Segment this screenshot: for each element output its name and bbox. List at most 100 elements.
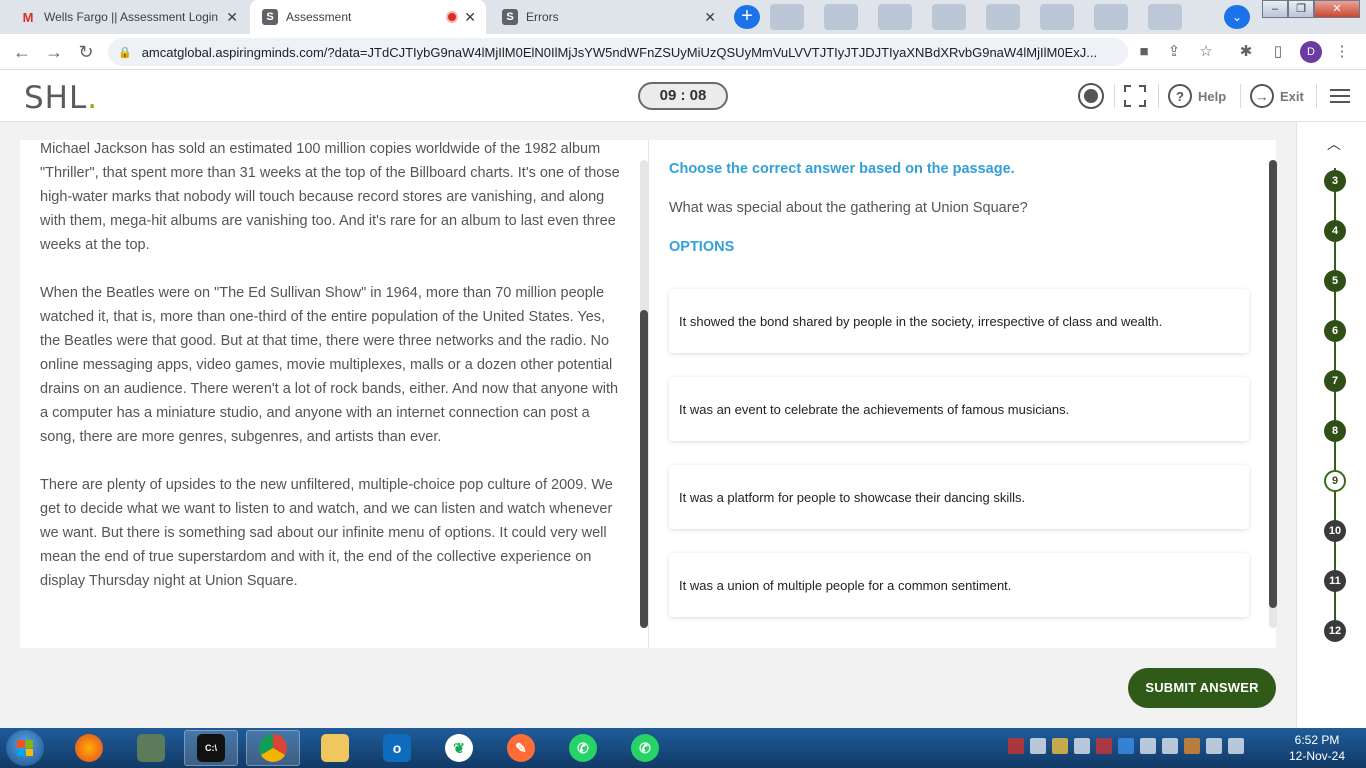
option-label: It was a union of multiple people for a … [679,577,1012,593]
forward-button[interactable]: → [42,40,66,64]
answer-option-2[interactable]: It was an event to celebrate the achieve… [669,377,1249,441]
network-computer-icon [137,734,165,762]
passage-text: Michael Jackson has sold an estimated 10… [40,140,624,617]
tool-icon[interactable] [1030,738,1046,754]
passage-paragraph: When the Beatles were on "The Ed Sulliva… [40,285,619,445]
display-icon[interactable] [1162,738,1178,754]
tab-wells-fargo[interactable]: M Wells Fargo || Assessment Login P ✕ [8,0,248,34]
postman-icon: ✎ [507,734,535,762]
question-number-11[interactable]: 11 [1324,570,1346,592]
flag-icon[interactable] [1096,738,1112,754]
more-menu-icon[interactable]: ⋮ [1332,42,1352,62]
close-icon[interactable]: ✕ [704,9,716,26]
whatsapp-icon: ✆ [569,734,597,762]
start-button[interactable] [6,730,44,766]
tab-title: Errors [526,10,559,24]
close-icon[interactable]: ✕ [226,9,238,26]
window-close-button[interactable]: ✕ [1314,0,1360,18]
divider [1158,84,1159,108]
windows-logo-icon [17,740,33,756]
grid-icon[interactable] [1118,738,1134,754]
media-icon[interactable] [1052,738,1068,754]
taskbar-terminal[interactable]: C:\ [184,730,238,766]
divider [1114,84,1115,108]
question-number-10[interactable]: 10 [1324,520,1346,542]
side-panel-icon[interactable]: ▯ [1268,42,1288,62]
taskbar-mongodb[interactable]: ❦ [432,730,486,766]
tab-search-button[interactable]: ⌄ [1224,5,1250,29]
bookmark-star-icon[interactable]: ☆ [1196,42,1216,62]
question-number-12[interactable]: 12 [1324,620,1346,642]
mongodb-leaf-icon: ❦ [445,734,473,762]
chevron-up-icon[interactable]: ︿ [1327,134,1341,154]
question-scrollbar-thumb[interactable] [1269,160,1277,608]
taskbar-outlook[interactable]: o [370,730,424,766]
logo-text: SHL [24,80,88,116]
minimize-button[interactable]: – [1262,0,1288,18]
address-bar[interactable]: 🔒 amcatglobal.aspiringminds.com/?data=JT… [108,38,1128,66]
passage-paragraph: Michael Jackson has sold an estimated 10… [40,141,620,253]
answer-option-3[interactable]: It was a platform for people to showcase… [669,465,1249,529]
lock-icon: 🔒 [118,46,132,59]
volume-icon[interactable] [1140,738,1156,754]
passage-scrollbar-thumb[interactable] [640,310,648,628]
record-icon [1078,83,1104,109]
options-heading: OPTIONS [669,239,735,255]
exit-button[interactable]: → Exit [1250,82,1304,110]
proctor-record-indicator [1078,82,1104,110]
option-label: It was a platform for people to showcase… [679,489,1026,505]
url-text: amcatglobal.aspiringminds.com/?data=JTdC… [141,44,1098,60]
help-button[interactable]: ? Help [1168,82,1226,110]
answer-option-4[interactable]: It was a union of multiple people for a … [669,553,1249,617]
gmail-icon: M [22,9,34,25]
taskbar-network-app[interactable] [124,730,178,766]
taskbar-chrome[interactable] [246,730,300,766]
menu-button[interactable] [1330,82,1350,110]
taskbar-file-explorer[interactable] [308,730,362,766]
question-number-6[interactable]: 6 [1324,320,1346,342]
signal-icon[interactable] [1228,738,1244,754]
browser-toolbar: ← → ↻ 🔒 amcatglobal.aspiringminds.com/?d… [0,34,1366,70]
profile-avatar[interactable]: D [1300,41,1322,63]
taskbar-postman[interactable]: ✎ [494,730,548,766]
system-tray[interactable] [1008,738,1244,758]
divider [1240,84,1241,108]
chrome-icon [259,734,287,762]
camera-icon[interactable]: ■ [1134,42,1154,62]
system-clock[interactable]: 6:52 PM 12-Nov-24 [1272,732,1362,764]
maximize-button[interactable]: ❐ [1288,0,1314,18]
close-icon[interactable]: ✕ [464,9,476,26]
hamburger-icon [1330,85,1350,107]
question-number-5[interactable]: 5 [1324,270,1346,292]
fullscreen-button[interactable] [1124,82,1146,110]
exit-icon: → [1250,84,1274,108]
back-button[interactable]: ← [10,40,34,64]
extensions-icon[interactable]: ✱ [1236,42,1256,62]
app-header: SHL. 09 : 08 ? Help → Exit [0,70,1366,122]
network-icon[interactable] [1206,738,1222,754]
question-number-7[interactable]: 7 [1324,370,1346,392]
question-number-9[interactable]: 9 [1324,470,1346,492]
passage-panel[interactable]: Michael Jackson has sold an estimated 10… [20,140,648,648]
tab-title: Assessment [286,10,352,24]
tab-errors[interactable]: S Errors ✕ [490,0,726,34]
share-icon[interactable]: ⇪ [1164,42,1184,62]
new-tab-button[interactable]: + [734,5,760,29]
question-number-8[interactable]: 8 [1324,420,1346,442]
usb-icon[interactable] [1074,738,1090,754]
answer-option-1[interactable]: It showed the bond shared by people in t… [669,289,1249,353]
clock-time: 6:52 PM [1294,733,1340,747]
passage-scrollbar[interactable] [640,160,648,628]
pdf-icon[interactable] [1008,738,1024,754]
question-scrollbar[interactable] [1269,160,1277,628]
taskbar-firefox[interactable] [62,730,116,766]
reload-button[interactable]: ↻ [74,40,98,64]
question-number-3[interactable]: 3 [1324,170,1346,192]
tab-assessment[interactable]: S Assessment ✕ [250,0,486,34]
security-icon[interactable] [1184,738,1200,754]
question-number-4[interactable]: 4 [1324,220,1346,242]
submit-answer-button[interactable]: SUBMIT ANSWER [1128,668,1276,708]
taskbar-whatsapp[interactable]: ✆ [556,730,610,766]
logo-dot: . [87,80,99,116]
taskbar-whatsapp-2[interactable]: ✆ [618,730,672,766]
